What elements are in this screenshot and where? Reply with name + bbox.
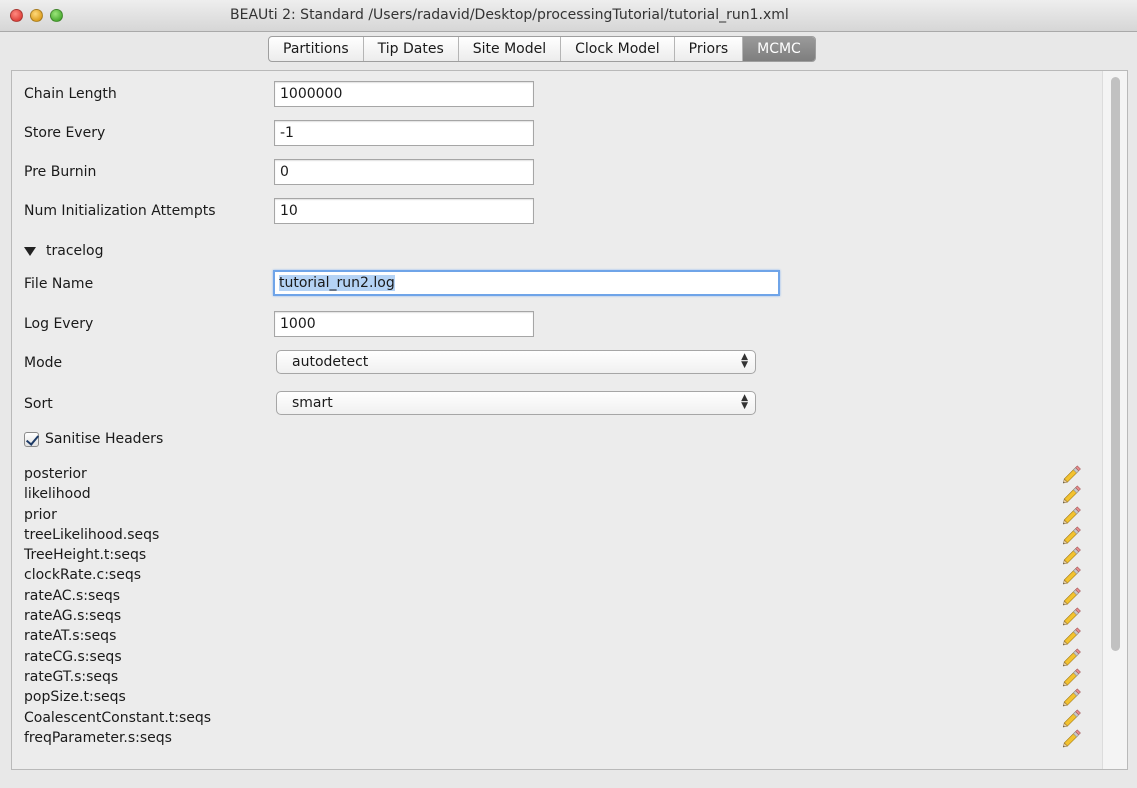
mcmc-panel: Chain Length 1000000 Store Every -1 Pre …	[11, 70, 1128, 770]
logger-name: freqParameter.s:seqs	[24, 729, 172, 746]
logger-row: freqParameter.s:seqs	[24, 728, 1084, 748]
log-every-input[interactable]: 1000	[274, 311, 534, 337]
chain-length-label: Chain Length	[24, 86, 117, 102]
logger-name: CoalescentConstant.t:seqs	[24, 709, 212, 726]
zoom-window-button[interactable]	[50, 9, 63, 22]
tab-tip-dates[interactable]: Tip Dates	[364, 37, 459, 61]
logger-row: posterior	[24, 464, 1084, 484]
pencil-icon[interactable]	[1060, 464, 1084, 484]
pencil-icon[interactable]	[1060, 728, 1084, 748]
close-window-button[interactable]	[10, 9, 23, 22]
logger-row: rateAT.s:seqs	[24, 626, 1084, 646]
logger-row: rateAG.s:seqs	[24, 606, 1084, 626]
select-arrows-icon: ▲ ▼	[741, 352, 748, 370]
logger-name: clockRate.c:seqs	[24, 567, 142, 584]
logger-row: rateCG.s:seqs	[24, 647, 1084, 667]
mode-select-value: autodetect	[292, 354, 369, 370]
logger-name: rateAG.s:seqs	[24, 608, 122, 625]
logger-name: likelihood	[24, 486, 91, 503]
pencil-icon[interactable]	[1060, 708, 1084, 728]
logger-row: popSize.t:seqs	[24, 687, 1084, 707]
logger-row: likelihood	[24, 484, 1084, 504]
sanitise-headers-label: Sanitise Headers	[45, 431, 164, 447]
tracelog-section-label: tracelog	[46, 243, 104, 259]
logger-name: rateAT.s:seqs	[24, 628, 117, 645]
title-bar: BEAUti 2: Standard /Users/radavid/Deskto…	[0, 0, 1137, 32]
mode-select[interactable]: autodetect ▲ ▼	[276, 350, 756, 374]
disclosure-triangle-icon[interactable]	[24, 246, 36, 256]
tab-site-model[interactable]: Site Model	[459, 37, 562, 61]
tab-partitions[interactable]: Partitions	[269, 37, 364, 61]
file-name-input[interactable]: tutorial_run2.log	[273, 270, 780, 296]
tab-mcmc[interactable]: MCMC	[743, 37, 815, 61]
file-name-label: File Name	[24, 276, 94, 292]
logger-row: prior	[24, 505, 1084, 525]
pencil-icon[interactable]	[1060, 545, 1084, 565]
pencil-icon[interactable]	[1060, 484, 1084, 504]
pencil-icon[interactable]	[1060, 647, 1084, 667]
store-every-label: Store Every	[24, 125, 106, 141]
chain-length-input[interactable]: 1000000	[274, 81, 534, 107]
logger-name: popSize.t:seqs	[24, 689, 126, 706]
pre-burnin-label: Pre Burnin	[24, 164, 97, 180]
logger-row: CoalescentConstant.t:seqs	[24, 708, 1084, 728]
minimize-window-button[interactable]	[30, 9, 43, 22]
logger-name: prior	[24, 506, 57, 523]
logger-name: posterior	[24, 466, 87, 482]
logger-row: TreeHeight.t:seqs	[24, 545, 1084, 565]
tracelog-disclosure[interactable]: tracelog	[24, 243, 103, 259]
mode-label: Mode	[24, 355, 63, 371]
logger-row: clockRate.c:seqs	[24, 565, 1084, 585]
logger-list: posterior likelihood prior treeLikelihood.s…	[24, 464, 1084, 748]
log-every-label: Log Every	[24, 316, 94, 332]
pencil-icon[interactable]	[1060, 687, 1084, 707]
window-title: BEAUti 2: Standard /Users/radavid/Deskto…	[230, 7, 789, 23]
pencil-icon[interactable]	[1060, 565, 1084, 585]
num-init-attempts-input[interactable]: 10	[274, 198, 534, 224]
vertical-scrollbar[interactable]	[1102, 71, 1127, 769]
pencil-icon[interactable]	[1060, 525, 1084, 545]
logger-row: treeLikelihood.seqs	[24, 525, 1084, 545]
pre-burnin-input[interactable]: 0	[274, 159, 534, 185]
sort-label: Sort	[24, 396, 53, 412]
pencil-icon[interactable]	[1060, 606, 1084, 626]
logger-row: rateAC.s:seqs	[24, 586, 1084, 606]
sort-select[interactable]: smart ▲ ▼	[276, 391, 756, 415]
tab-clock-model[interactable]: Clock Model	[561, 37, 675, 61]
pencil-icon[interactable]	[1060, 505, 1084, 525]
sort-select-value: smart	[292, 395, 333, 411]
scrollbar-thumb[interactable]	[1111, 77, 1120, 651]
select-arrows-icon: ▲ ▼	[741, 393, 748, 411]
tab-priors[interactable]: Priors	[675, 37, 744, 61]
mcmc-content: Chain Length 1000000 Store Every -1 Pre …	[12, 71, 1102, 769]
pencil-icon[interactable]	[1060, 667, 1084, 687]
pencil-icon[interactable]	[1060, 626, 1084, 646]
file-name-value: tutorial_run2.log	[279, 275, 395, 291]
logger-row: rateGT.s:seqs	[24, 667, 1084, 687]
tab-bar: Partitions Tip Dates Site Model Clock Mo…	[268, 36, 816, 62]
num-init-attempts-label: Num Initialization Attempts	[24, 203, 216, 219]
logger-name: treeLikelihood.seqs	[24, 526, 160, 543]
logger-name: rateGT.s:seqs	[24, 668, 119, 685]
logger-name: TreeHeight.t:seqs	[24, 547, 147, 564]
logger-name: rateCG.s:seqs	[24, 648, 122, 665]
sanitise-headers-checkbox[interactable]	[24, 431, 39, 447]
store-every-input[interactable]: -1	[274, 120, 534, 146]
sanitise-headers-row[interactable]: Sanitise Headers	[24, 431, 163, 447]
logger-name: rateAC.s:seqs	[24, 587, 121, 604]
pencil-icon[interactable]	[1060, 586, 1084, 606]
